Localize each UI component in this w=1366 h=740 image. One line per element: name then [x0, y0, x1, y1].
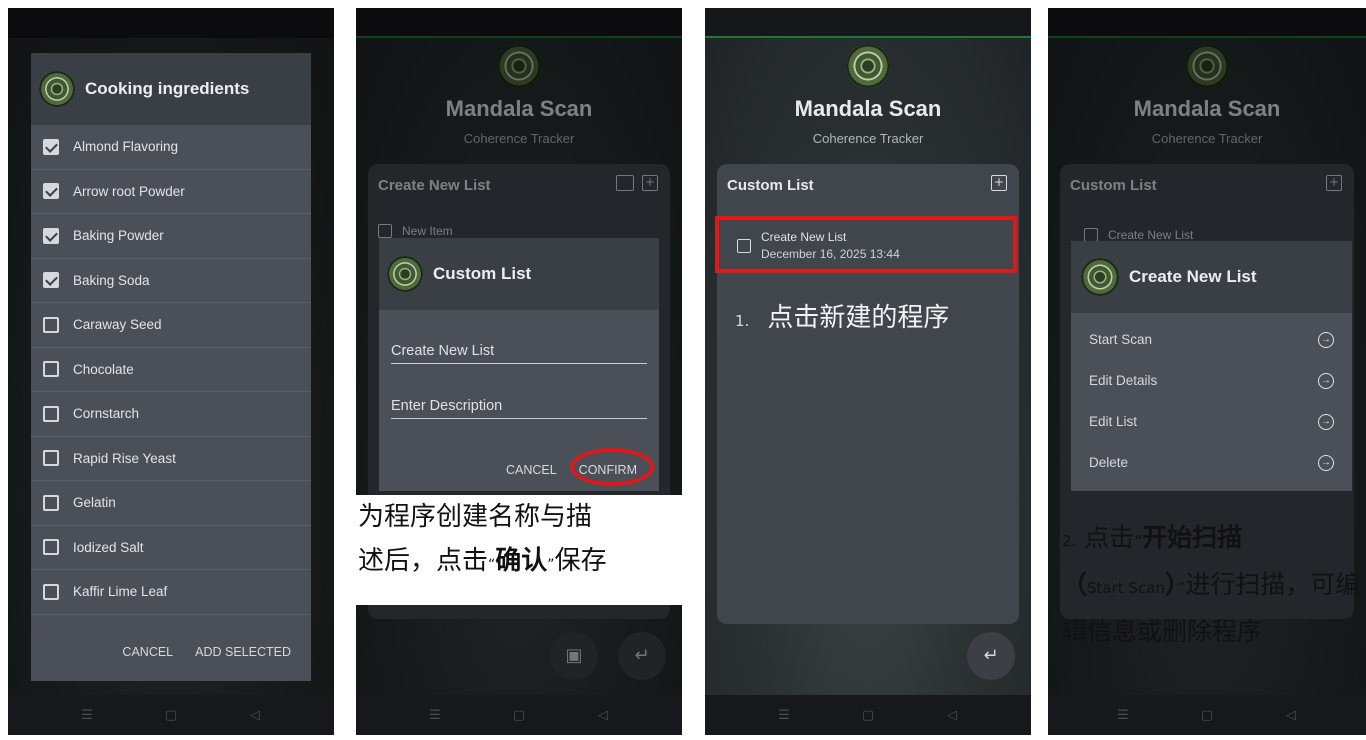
checkbox[interactable] — [43, 227, 59, 244]
menu-icon[interactable]: ☰ — [1116, 708, 1130, 723]
ingredient-label: Gelatin — [73, 495, 116, 511]
mandala-logo-icon — [387, 256, 423, 292]
back-icon[interactable]: ◁ — [248, 708, 262, 723]
app-logo-icon — [846, 44, 890, 88]
app-subtitle: Coherence Tracker — [812, 131, 924, 146]
ingredient-label: Rapid Rise Yeast — [73, 450, 176, 466]
back-icon[interactable]: ◁ — [1284, 708, 1298, 723]
checkbox[interactable] — [43, 316, 59, 333]
arrow-right-circle-icon: → — [1318, 331, 1334, 348]
checkbox[interactable] — [43, 450, 59, 467]
description-field[interactable]: Enter Description — [391, 398, 647, 419]
menu-icon[interactable]: ☰ — [428, 708, 442, 723]
step-number: 1. — [735, 312, 750, 330]
arrow-right-circle-icon: → — [1318, 372, 1334, 389]
screenshot-cooking-ingredients: Cooking ingredients Almond Flavoring Arro… — [8, 8, 334, 735]
system-nav-bar: ☰ ▢ ◁ — [1048, 695, 1366, 735]
ingredient-label: Iodized Salt — [73, 539, 144, 555]
system-nav-bar: ☰ ▢ ◁ — [8, 695, 334, 735]
list-actions-dialog: Create New List Start Scan → Edit Details… — [1071, 241, 1352, 491]
ingredient-label: Arrow root Powder — [73, 183, 185, 199]
ingredient-row[interactable]: Arrow root Powder — [31, 170, 311, 214]
checkbox[interactable] — [43, 405, 59, 422]
ingredient-row[interactable]: Cornstarch — [31, 392, 311, 437]
dialog-header: Cooking ingredients — [31, 53, 311, 125]
ingredient-label: Baking Powder — [73, 228, 164, 244]
ingredient-label: Caraway Seed — [73, 317, 162, 333]
add-selected-button[interactable]: ADD SELECTED — [195, 645, 291, 659]
ingredients-dialog: Cooking ingredients Almond Flavoring Arro… — [31, 53, 311, 681]
item-highlight — [715, 216, 1017, 273]
back-icon[interactable]: ◁ — [945, 708, 959, 723]
ingredient-row[interactable]: Caraway Seed — [31, 303, 311, 348]
checkbox[interactable] — [43, 494, 59, 511]
ingredient-row[interactable]: Baking Soda — [31, 259, 311, 303]
ingredient-row[interactable]: Chocolate — [31, 348, 311, 392]
checkbox[interactable] — [43, 539, 59, 556]
instruction-caption: 为程序创建名称与描 述后，点击“确认”保存 — [356, 495, 682, 605]
delete-menu-item[interactable]: Delete → — [1071, 442, 1352, 483]
checkbox[interactable] — [43, 138, 59, 155]
ingredient-row[interactable]: Rapid Rise Yeast — [31, 437, 311, 481]
edit-details-menu-item[interactable]: Edit Details → — [1071, 360, 1352, 401]
dialog-header: Custom List — [379, 238, 659, 310]
ingredient-row[interactable]: Baking Powder — [31, 214, 311, 259]
mandala-logo-icon — [39, 71, 75, 107]
ingredient-label: Cornstarch — [73, 406, 140, 422]
ingredient-row[interactable]: Almond Flavoring — [31, 125, 311, 170]
dialog-title: Cooking ingredients — [85, 79, 250, 98]
ingredient-label: Almond Flavoring — [73, 139, 179, 155]
status-bar — [705, 8, 1031, 38]
edit-list-menu-item[interactable]: Edit List → — [1071, 401, 1352, 442]
menu-icon[interactable]: ☰ — [80, 708, 94, 723]
ingredient-label: Kaffir Lime Leaf — [73, 584, 168, 600]
arrow-right-circle-icon: → — [1318, 454, 1334, 471]
checkbox[interactable] — [43, 583, 59, 600]
ingredient-row[interactable]: Iodized Salt — [31, 526, 311, 570]
menu-icon[interactable]: ☰ — [777, 708, 791, 723]
screenshot-create-custom-list: Mandala Scan Coherence Tracker Create Ne… — [356, 8, 682, 735]
add-box-icon[interactable]: + — [991, 175, 1007, 191]
arrow-right-circle-icon: → — [1318, 413, 1334, 430]
home-icon[interactable]: ▢ — [512, 708, 526, 723]
return-arrow-icon[interactable]: ↵ — [967, 632, 1015, 680]
ingredient-row[interactable]: Kaffir Lime Leaf — [31, 570, 311, 615]
checkbox[interactable] — [43, 361, 59, 378]
home-icon[interactable]: ▢ — [1200, 708, 1214, 723]
list-name-field[interactable]: Create New List — [391, 343, 647, 364]
ingredient-row[interactable]: Gelatin — [31, 481, 311, 526]
step-text: 点击新建的程序 — [767, 303, 950, 333]
ingredient-list: Almond Flavoring Arrow root Powder Baking … — [31, 125, 311, 615]
caption-line-1: 为程序创建名称与描 — [358, 502, 593, 532]
step-instruction: 1. 点击新建的程序 — [735, 294, 995, 345]
card-title: Custom List — [727, 177, 814, 194]
instruction-caption: 2. 点击“开始扫描 （Start Scan）”进行扫描，可编辑信息或删除程序 — [1062, 523, 1361, 646]
confirm-highlight — [570, 448, 654, 486]
cancel-button[interactable]: CANCEL — [506, 463, 557, 477]
checkbox[interactable] — [43, 183, 59, 200]
home-icon[interactable]: ▢ — [861, 708, 875, 723]
system-nav-bar: ☰ ▢ ◁ — [705, 695, 1031, 735]
cancel-button[interactable]: CANCEL — [122, 645, 173, 659]
dialog-title: Create New List — [1129, 267, 1257, 286]
screenshot-list-actions: Mandala Scan Coherence Tracker Custom Li… — [1048, 8, 1366, 735]
ingredient-label: Chocolate — [73, 361, 134, 377]
app-title: Mandala Scan — [794, 96, 942, 121]
home-icon[interactable]: ▢ — [164, 708, 178, 723]
dialog-title: Custom List — [433, 264, 532, 283]
start-scan-menu-item[interactable]: Start Scan → — [1071, 319, 1352, 360]
ingredient-label: Baking Soda — [73, 272, 150, 288]
screenshot-custom-list: Mandala Scan Coherence Tracker Custom Li… — [705, 8, 1031, 735]
dialog-actions: CANCEL ADD SELECTED — [122, 645, 291, 659]
caption-line-2: 述后，点击“确认”保存 — [358, 546, 607, 576]
system-nav-bar: ☰ ▢ ◁ — [356, 695, 682, 735]
checkbox[interactable] — [43, 272, 59, 289]
back-icon[interactable]: ◁ — [596, 708, 610, 723]
dialog-header: Create New List — [1071, 241, 1352, 313]
mandala-logo-icon — [1081, 258, 1119, 296]
action-menu: Start Scan → Edit Details → Edit List → Del… — [1071, 313, 1352, 483]
